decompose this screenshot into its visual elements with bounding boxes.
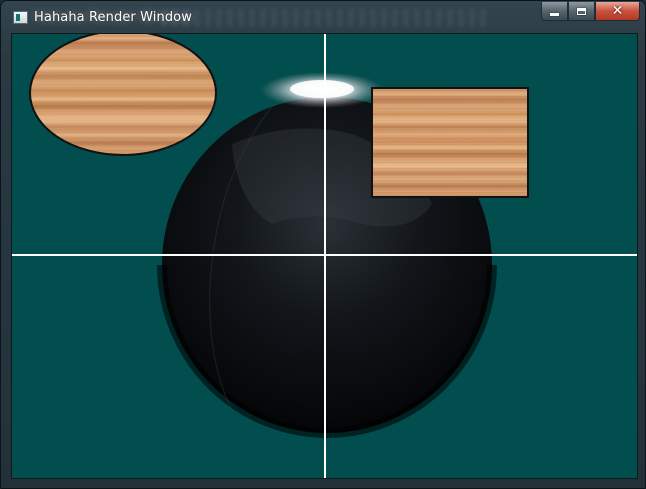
close-icon: ✕ xyxy=(611,3,624,19)
wood-rectangle-grain xyxy=(373,89,527,196)
wood-ellipse-grain xyxy=(31,34,215,154)
globe-specular-core xyxy=(290,80,354,98)
render-window: Hahaha Render Window ✕ xyxy=(0,0,646,489)
render-canvas[interactable] xyxy=(11,33,638,479)
title-bar[interactable]: Hahaha Render Window ✕ xyxy=(1,1,645,33)
minimize-icon xyxy=(550,13,559,16)
window-title: Hahaha Render Window xyxy=(34,10,192,25)
close-button[interactable]: ✕ xyxy=(595,2,640,21)
app-icon[interactable] xyxy=(13,11,28,24)
maximize-icon xyxy=(577,7,586,15)
scene-svg xyxy=(12,34,637,478)
minimize-button[interactable] xyxy=(541,2,568,21)
maximize-button[interactable] xyxy=(568,2,595,21)
window-controls: ✕ xyxy=(541,2,640,22)
